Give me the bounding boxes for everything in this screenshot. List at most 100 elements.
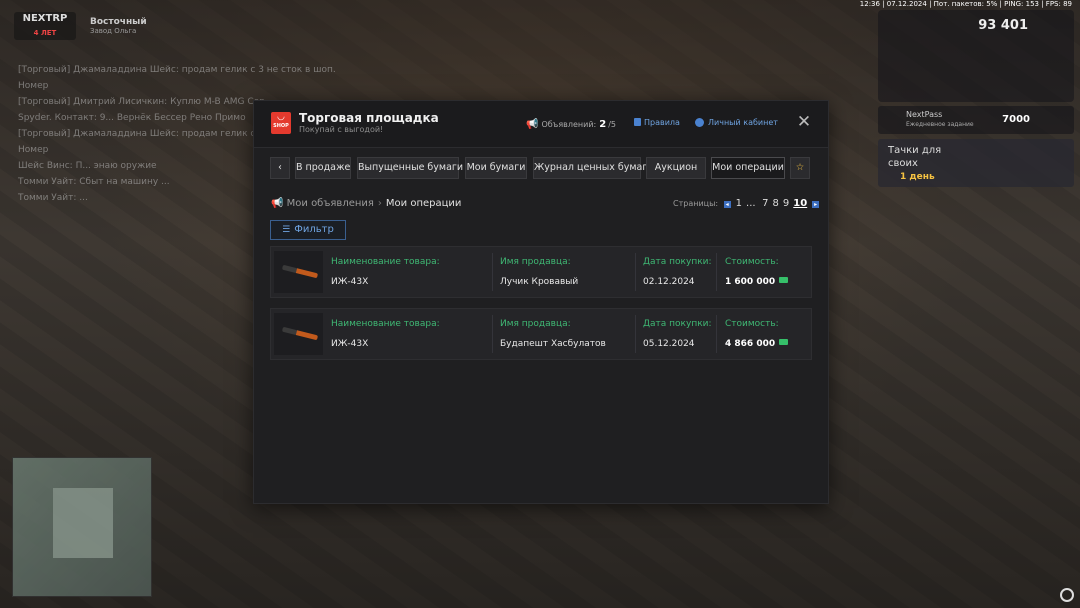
date-label: Дата покупки: [643,257,712,267]
purchase-date: 05.12.2024 [643,339,695,349]
tab-securities-journal[interactable]: Журнал ценных бумаг [533,157,647,179]
seller-label: Имя продавца: [500,257,571,267]
date-col: Дата покупки: 05.12.2024 [643,319,712,349]
breadcrumb: 📢 Мои объявления › Мои операции [271,198,461,209]
pagination: Страницы: ◂ 1... 7 8 9 10 ▸ [673,198,822,209]
purchase-date: 02.12.2024 [643,277,695,287]
location-name: Восточный [90,17,147,27]
operation-row[interactable]: Наименование товара: ИЖ-43Х Имя продавца… [270,308,812,360]
seller-col: Имя продавца: Лучик Кровавый [500,257,578,287]
ads-count: 2 [599,119,607,130]
shotgun-icon [281,264,319,279]
nextpass-sub: Ежедневное задание [906,121,974,128]
tab-issued-papers[interactable]: Выпущенные бумаги [357,157,463,179]
divider [492,315,493,353]
cost-value: 1 600 000 [725,277,776,287]
cost-label: Стоимость: [725,257,779,267]
window-subtitle: Покупай с выгодой! [299,125,384,134]
filter-button[interactable]: ☰ Фильтр [270,220,346,240]
ads-label: Объявлений: [541,120,597,129]
sliders-icon: ☰ [282,225,291,235]
breadcrumb-current: Мои операции [385,198,462,209]
cabinet-label: Личный кабинет [708,118,778,127]
cabinet-link[interactable]: Личный кабинет [695,118,778,127]
minimap [12,457,152,597]
hud-status-bar: 12:36 | 07.12.2024 | Пот. пакетов: 5% | … [859,0,1072,8]
marketplace-window: ◡ SHOP Торговая площадка Покупай с выгод… [253,100,829,504]
ads-max: /5 [608,120,616,129]
close-button[interactable]: ✕ [795,113,813,131]
chat-line: Номер [18,81,49,91]
prev-page-icon[interactable]: ◂ [723,201,731,208]
nextpass-value: 7000 [1002,114,1030,125]
shotgun-icon [281,326,319,341]
promo-panel[interactable]: Тачки для своих 1 день [878,139,1074,187]
divider [716,315,717,353]
cost-row: 1 600 000 [725,277,789,287]
item-thumbnail [274,251,323,293]
item-col: Наименование товара: ИЖ-43Х [331,257,440,287]
logo-name: NEXTRP [22,13,68,24]
date-col: Дата покупки: 02.12.2024 [643,257,712,287]
seller-col: Имя продавца: Будапешт Хасбулатов [500,319,606,349]
divider [635,315,636,353]
nextpass-panel[interactable]: NextPass Ежедневное задание 7000 [878,106,1074,134]
seller-name: Лучик Кровавый [500,277,579,287]
page-link[interactable]: 8 [773,198,779,209]
next-page-icon[interactable]: ▸ [812,201,820,208]
nextpass-title: NextPass [906,110,943,119]
logo-sub: 4 ЛЕТ [33,29,57,37]
operation-row[interactable]: Наименование товара: ИЖ-43Х Имя продавца… [270,246,812,298]
chevron-right-icon: › [377,198,382,209]
cost-col: Стоимость: 4 866 000 [725,319,789,349]
favorites-star-icon[interactable]: ☆ [790,157,810,179]
cash-icon [779,339,789,345]
promo-time: 1 день [900,172,935,182]
rules-link[interactable]: Правила [634,118,680,127]
item-label: Наименование товара: [331,257,440,267]
item-label: Наименование товара: [331,319,440,329]
user-icon [695,118,704,127]
megaphone-icon: 📢 [271,198,284,209]
loading-icon [1060,588,1074,602]
location-label: Восточный Завод Ольга [90,17,147,35]
page-link[interactable]: 9 [783,198,789,209]
back-button[interactable]: ‹ [270,157,290,179]
money-display: 93 401 [978,18,1028,33]
location-sub: Завод Ольга [90,27,137,35]
seller-name: Будапешт Хасбулатов [500,339,606,349]
divider [716,253,717,291]
divider [492,253,493,291]
date-label: Дата покупки: [643,319,712,329]
pager-label: Страницы: [673,199,719,208]
tab-for-sale[interactable]: В продаже [295,157,351,179]
cost-row: 4 866 000 [725,339,789,349]
tab-my-papers[interactable]: Мои бумаги [465,157,527,179]
promo-title: Тачки для своих [888,145,942,169]
cost-col: Стоимость: 1 600 000 [725,257,789,287]
page-link-current[interactable]: 10 [793,198,807,209]
chat-line: [Торговый] Джамаладдина Шейс: продам гел… [18,65,336,75]
tab-auction[interactable]: Аукцион [646,157,706,179]
seller-label: Имя продавца: [500,319,571,329]
item-name: ИЖ-43Х [331,339,369,349]
server-logo: NEXTRP 4 ЛЕТ [14,12,76,40]
breadcrumb-parent[interactable]: Мои объявления [287,198,374,209]
shop-smile-icon: ◡ [277,112,285,122]
rules-label: Правила [644,118,680,127]
cost-label: Стоимость: [725,319,779,329]
item-col: Наименование товара: ИЖ-43Х [331,319,440,349]
item-thumbnail [274,313,323,355]
tab-my-operations[interactable]: Мои операции [711,157,785,179]
page-link[interactable]: 1 [736,198,742,209]
shop-logo: ◡ SHOP [271,112,291,134]
cash-icon [779,277,789,283]
window-header: ◡ SHOP Торговая площадка Покупай с выгод… [254,101,828,148]
item-name: ИЖ-43Х [331,277,369,287]
player-stats-panel [878,10,1074,102]
page-link[interactable]: 7 [762,198,768,209]
document-icon [634,118,641,126]
filter-label: Фильтр [294,224,334,235]
window-title: Торговая площадка [299,111,439,125]
shop-logo-label: SHOP [273,123,289,129]
